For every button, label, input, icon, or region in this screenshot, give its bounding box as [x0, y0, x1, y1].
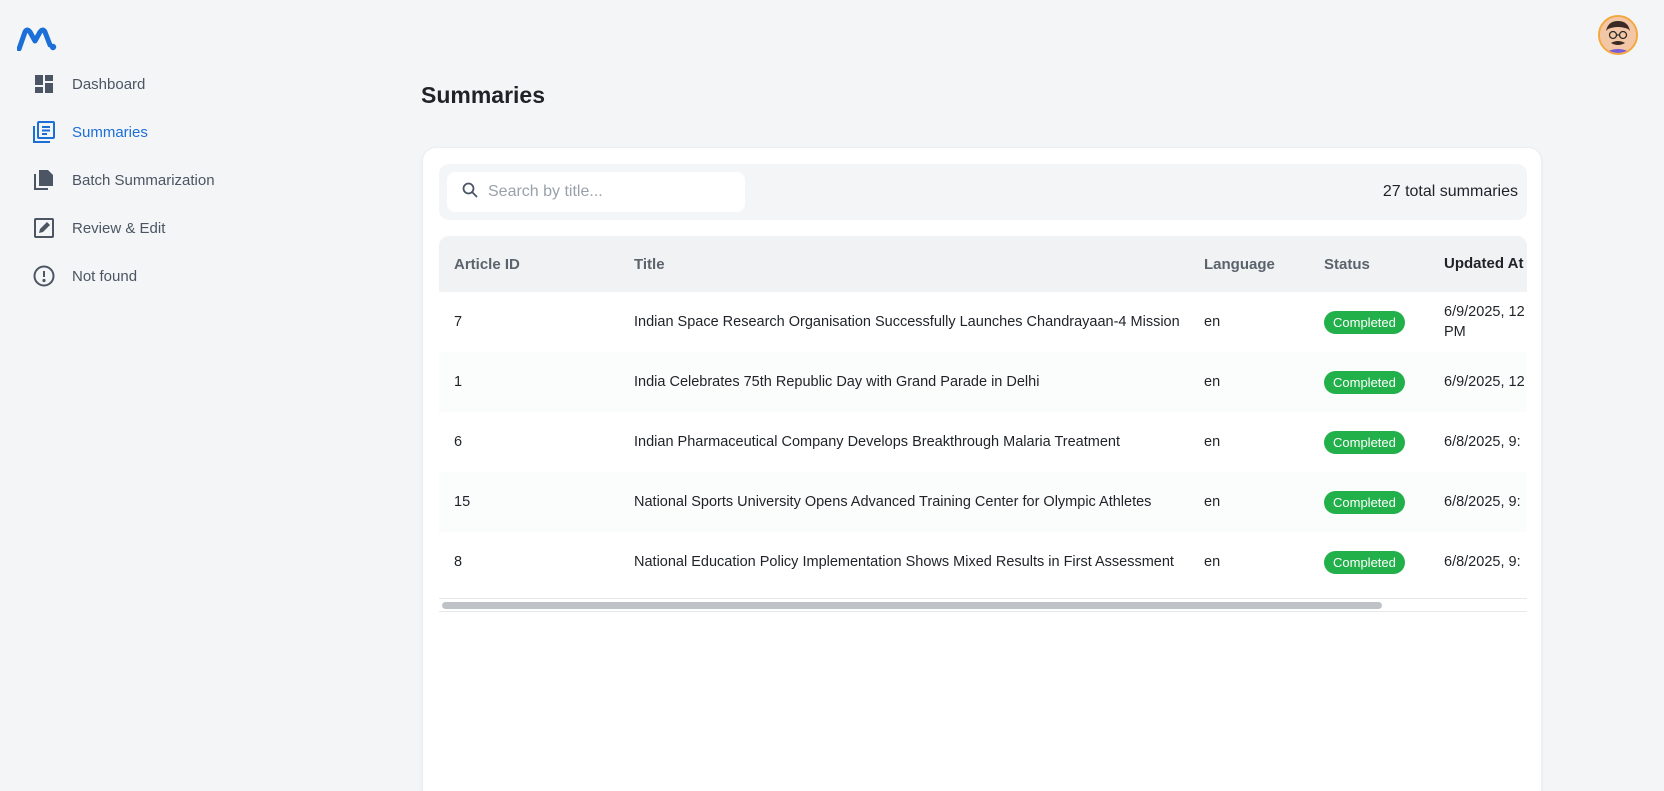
cell-language: en: [1204, 554, 1221, 570]
cell-updated-at: 6/8/2025, 9:: [1444, 494, 1521, 510]
status-badge: Completed: [1324, 430, 1405, 454]
summaries-table: Article ID Title Language Status Updated…: [439, 236, 1527, 616]
cell-title: National Sports University Opens Advance…: [634, 494, 1152, 510]
summaries-card: 27 total summaries Article ID Title Lang…: [422, 147, 1542, 791]
table-row[interactable]: 15 National Sports University Opens Adva…: [439, 472, 1527, 532]
sidebar-item-review-edit[interactable]: Review & Edit: [0, 204, 300, 252]
cell-updated-at: 6/8/2025, 9:: [1444, 554, 1521, 570]
cell-updated-at: 6/8/2025, 9:: [1444, 434, 1521, 450]
page-title: Summaries: [421, 82, 546, 108]
file-copy-icon: [33, 169, 55, 191]
table-row[interactable]: 7 Indian Space Research Organisation Suc…: [439, 292, 1527, 352]
search-input[interactable]: [488, 183, 728, 201]
sidebar-item-not-found[interactable]: Not found: [0, 252, 300, 300]
cell-language: en: [1204, 494, 1221, 510]
column-header-updated-at[interactable]: Updated At: [1429, 254, 1527, 274]
sidebar-item-label: Batch Summarization: [72, 171, 215, 189]
status-badge: Completed: [1324, 370, 1405, 394]
column-header-title[interactable]: Title: [619, 256, 1189, 273]
table-row[interactable]: 1 India Celebrates 75th Republic Day wit…: [439, 352, 1527, 412]
column-header-status[interactable]: Status: [1309, 256, 1429, 273]
sidebar-item-label: Not found: [72, 267, 138, 285]
cell-language: en: [1204, 374, 1221, 390]
search-box[interactable]: [447, 172, 745, 212]
table-toolbar: 27 total summaries: [439, 164, 1527, 220]
cell-updated-at: 6/9/2025, 12 PM: [1444, 304, 1525, 340]
cell-updated-at: 6/9/2025, 12: [1444, 374, 1525, 390]
cell-title: National Education Policy Implementation…: [634, 554, 1174, 570]
dashboard-icon: [33, 73, 55, 95]
user-avatar[interactable]: [1598, 15, 1638, 55]
sidebar-item-summaries[interactable]: Summaries: [0, 108, 300, 156]
cell-language: en: [1204, 434, 1221, 450]
cell-article-id: 15: [454, 494, 471, 510]
total-summaries-count: 27 total summaries: [1382, 183, 1518, 200]
status-badge: Completed: [1324, 550, 1405, 574]
cell-title: Indian Space Research Organisation Succe…: [634, 314, 1180, 330]
sidebar-item-label: Summaries: [72, 123, 148, 141]
sidebar-nav: Dashboard Summaries Batch Summarization: [0, 60, 300, 300]
edit-icon: [33, 217, 55, 239]
cell-article-id: 8: [454, 554, 463, 570]
status-badge: Completed: [1324, 490, 1405, 514]
table-row[interactable]: 6 Indian Pharmaceutical Company Develops…: [439, 412, 1527, 472]
search-icon: [462, 182, 478, 203]
column-header-language[interactable]: Language: [1189, 256, 1309, 273]
app-logo[interactable]: [17, 27, 57, 51]
summaries-icon: [33, 121, 55, 143]
cell-title: India Celebrates 75th Republic Day with …: [634, 374, 1040, 390]
horizontal-scrollbar[interactable]: [439, 598, 1527, 612]
table-header: Article ID Title Language Status Updated…: [439, 236, 1527, 292]
scrollbar-thumb[interactable]: [442, 602, 1382, 609]
alert-circle-icon: [33, 265, 55, 287]
sidebar-item-batch-summarization[interactable]: Batch Summarization: [0, 156, 300, 204]
sidebar-item-label: Review & Edit: [72, 219, 166, 237]
column-header-article-id[interactable]: Article ID: [439, 256, 619, 273]
sidebar-item-dashboard[interactable]: Dashboard: [0, 60, 300, 108]
sidebar-item-label: Dashboard: [72, 75, 146, 93]
cell-article-id: 1: [454, 374, 463, 390]
table-row[interactable]: 8 National Education Policy Implementati…: [439, 532, 1527, 592]
cell-article-id: 6: [454, 434, 463, 450]
cell-language: en: [1204, 314, 1221, 330]
cell-article-id: 7: [454, 314, 463, 330]
status-badge: Completed: [1324, 310, 1405, 334]
cell-title: Indian Pharmaceutical Company Develops B…: [634, 434, 1120, 450]
